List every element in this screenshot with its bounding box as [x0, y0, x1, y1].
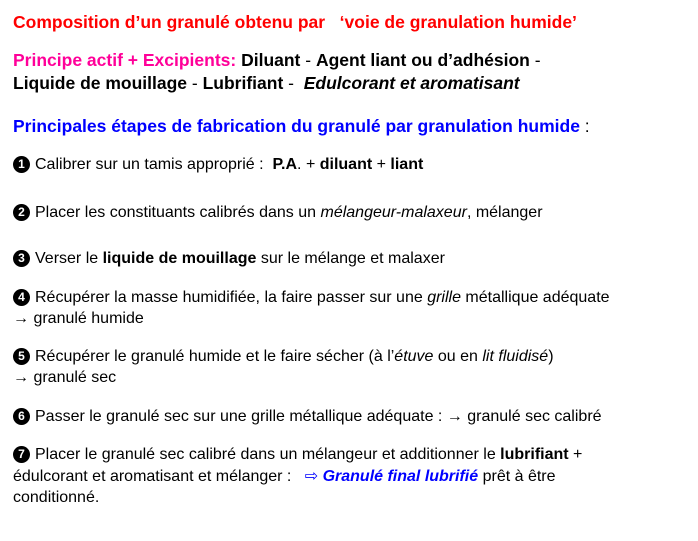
step-6: 6 Passer le granulé sec sur une grille mé…	[13, 406, 602, 427]
principle-label: Principe actif + Excipients:	[13, 50, 237, 70]
diluant-text: Diluant	[241, 50, 301, 70]
step-6-result: granulé sec calibré	[462, 408, 602, 425]
step-7-text-line2: édulcorant et aromatisant et mélanger :	[13, 468, 305, 485]
step-4-text-a: Récupérer la masse humidifiée, la faire …	[35, 289, 428, 306]
arrow-right-icon: →	[13, 369, 29, 386]
step-1-pa: P.A	[272, 156, 298, 173]
step-6-text-a: Passer le granulé sec sur une grille mét…	[35, 408, 447, 425]
step-number-4: 4	[13, 289, 30, 306]
principle-line-2: Liquide de mouillage - Lubrifiant - Edul…	[13, 73, 520, 94]
step-3-text-c: sur le mélange et malaxer	[256, 250, 445, 267]
principle-line-1: Principe actif + Excipients: Diluant - A…	[13, 50, 541, 71]
steps-heading: Principales étapes de fabrication du gra…	[13, 116, 590, 137]
step-5-result: granulé sec	[29, 369, 117, 386]
step-5-lit: lit fluidisé	[482, 348, 549, 365]
step-2: 2 Placer les constituants calibrés dans u…	[13, 202, 543, 223]
step-5-line-2: → granulé sec	[13, 367, 116, 388]
hollow-arrow-right-icon: ⇨	[304, 468, 319, 485]
step-number-6: 6	[13, 408, 30, 425]
sep-3: -	[187, 73, 203, 93]
step-7-text-line2-end: prêt à être	[478, 468, 556, 485]
arrow-right-icon: →	[13, 310, 29, 327]
sep-2: -	[529, 50, 541, 70]
step-4-line-2: → granulé humide	[13, 308, 144, 329]
title-part1: Composition d’un granulé obtenu par	[13, 12, 326, 32]
step-7-final: Granulé final lubrifié	[318, 468, 479, 485]
step-2-text-c: , mélanger	[466, 204, 543, 221]
step-1-diluant: diluant	[319, 156, 373, 173]
sep-4: -	[283, 73, 304, 93]
step-3-text-a: Verser le	[35, 250, 103, 267]
step-number-7: 7	[13, 446, 30, 463]
step-4: 4 Récupérer la masse humidifiée, la faire…	[13, 287, 610, 308]
steps-heading-colon: :	[579, 116, 590, 136]
step-7-line-3: conditionné.	[13, 487, 99, 508]
edulcorant-text: Edulcorant et aromatisant	[303, 73, 520, 93]
step-7-text-a: Placer le granulé sec calibré dans un mé…	[35, 446, 501, 463]
step-7-text-line3: conditionné.	[13, 489, 100, 506]
step-1-text-a: Calibrer sur un tamis approprié :	[35, 156, 273, 173]
step-2-melangeur: mélangeur-malaxeur	[320, 204, 467, 221]
step-1-text-c: . +	[297, 156, 320, 173]
step-5-text-a: Récupérer le granulé humide et le faire …	[35, 348, 395, 365]
step-1-liant: liant	[390, 156, 424, 173]
lubrifiant-text: Lubrifiant	[202, 73, 284, 93]
step-5-text-e: )	[548, 348, 554, 365]
step-4-result: granulé humide	[29, 310, 144, 327]
page-title: Composition d’un granulé obtenu par ‘voi…	[13, 12, 577, 33]
step-5-etuve: étuve	[394, 348, 434, 365]
liquide-text: Liquide de mouillage	[13, 73, 188, 93]
step-7-line-2: édulcorant et aromatisant et mélanger : …	[13, 466, 556, 487]
step-3-liquide: liquide de mouillage	[102, 250, 257, 267]
step-7-lubrifiant: lubrifiant	[500, 446, 569, 463]
step-7-text-c: +	[568, 446, 583, 463]
step-4-text-c: métallique adéquate	[460, 289, 610, 306]
step-2-text-a: Placer les constituants calibrés dans un	[35, 204, 321, 221]
step-7: 7 Placer le granulé sec calibré dans un m…	[13, 444, 582, 465]
step-number-1: 1	[13, 156, 30, 173]
step-number-3: 3	[13, 250, 30, 267]
title-part2: ‘voie de granulation humide’	[339, 12, 577, 32]
sep-1: -	[300, 50, 316, 70]
step-4-grille: grille	[427, 289, 461, 306]
step-3: 3 Verser le liquide de mouillage sur le m…	[13, 248, 445, 269]
step-number-5: 5	[13, 348, 30, 365]
step-1: 1 Calibrer sur un tamis approprié : P.A. …	[13, 154, 423, 175]
arrow-right-icon: →	[446, 408, 463, 425]
agent-text: Agent liant ou d’adhésion	[315, 50, 530, 70]
step-5: 5 Récupérer le granulé humide et le faire…	[13, 346, 554, 367]
step-number-2: 2	[13, 204, 30, 221]
steps-heading-text: Principales étapes de fabrication du gra…	[13, 116, 580, 136]
step-1-text-e: +	[372, 156, 391, 173]
step-5-text-c: ou en	[433, 348, 483, 365]
